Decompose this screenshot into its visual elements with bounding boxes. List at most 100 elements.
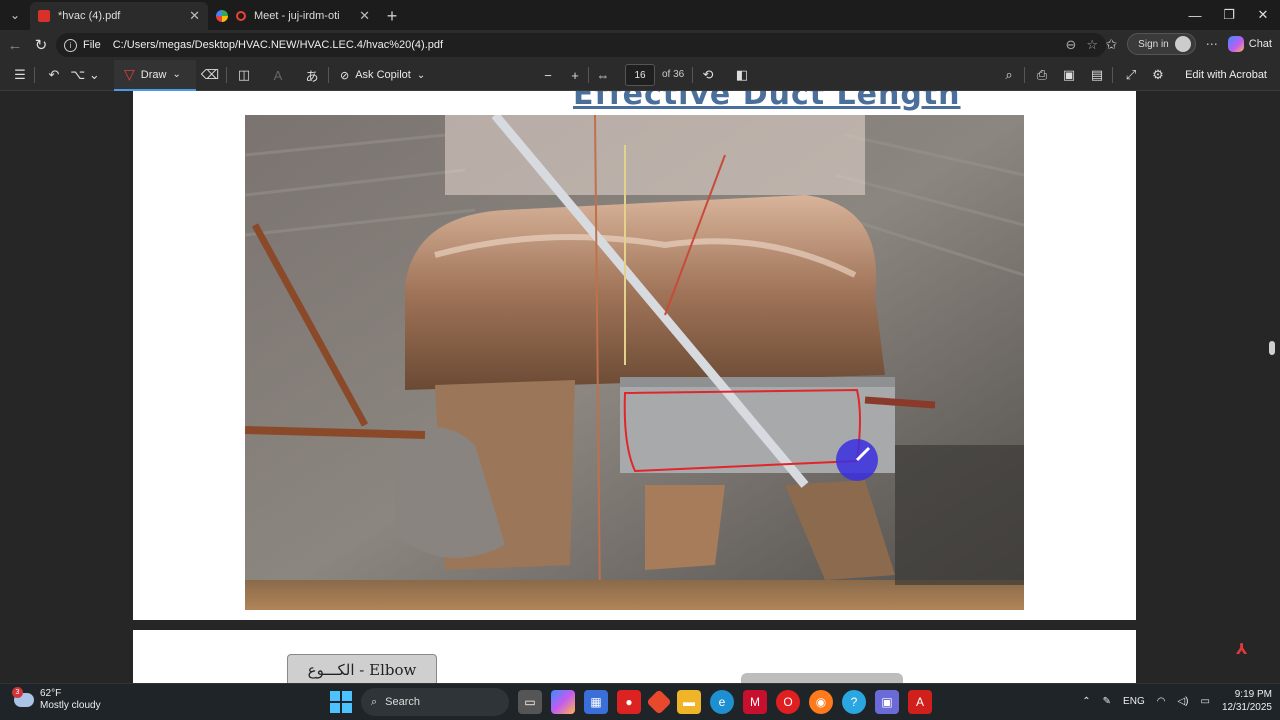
chevron-down-icon: ⌄ xyxy=(9,8,21,22)
help-icon[interactable]: ? xyxy=(842,690,866,714)
duct-photo xyxy=(245,115,1024,610)
fit-page-icon[interactable]: ⇔ xyxy=(594,62,612,88)
tab-actions-menu[interactable]: ⌄ xyxy=(0,0,30,30)
folder-icon[interactable]: ▬ xyxy=(677,690,701,714)
sign-in-button[interactable]: Sign in xyxy=(1127,33,1196,55)
chevron-down-icon: ⌄ xyxy=(416,69,426,81)
minimize-button[interactable]: — xyxy=(1178,0,1212,30)
chat-label: Chat xyxy=(1248,38,1272,50)
opera-icon[interactable]: O xyxy=(776,690,800,714)
taskbar-search-input[interactable]: ⌕ Search xyxy=(361,688,509,716)
page-view-icon[interactable]: ◧ xyxy=(733,62,751,88)
arrow-left-icon: ← xyxy=(7,36,23,54)
rotate-icon[interactable]: ⟲ xyxy=(699,62,717,88)
draw-button[interactable]: ▽ Draw ⌄ xyxy=(114,60,196,91)
clock-date: 12/31/2025 xyxy=(1221,702,1272,713)
window-controls: — ❐ ✕ xyxy=(1178,0,1280,30)
url-scheme: File xyxy=(83,39,101,51)
save-icon[interactable]: ▣ xyxy=(1060,62,1078,88)
pen-icon: ▽ xyxy=(124,66,135,82)
tab-hvac-pdf[interactable]: *hvac (4).pdf ✕ xyxy=(30,2,208,30)
duct-photo-image xyxy=(245,115,1024,610)
address-bar-row: ← ↻ i File C:/Users/megas/Desktop/HVAC.N… xyxy=(0,30,1280,60)
acrobat-icon[interactable]: ⅄ xyxy=(1236,640,1256,658)
mcafee-icon[interactable]: M xyxy=(743,690,767,714)
sign-in-label: Sign in xyxy=(1138,38,1169,50)
zoom-out-button[interactable]: − xyxy=(540,62,556,88)
page-separator xyxy=(133,620,1136,630)
search-icon[interactable]: ⌕ xyxy=(1000,62,1018,88)
scrollbar[interactable] xyxy=(1268,91,1276,683)
pdf-icon xyxy=(38,10,50,22)
tab-strip: ⌄ *hvac (4).pdf ✕ Meet - juj-irdm-oti ✕ … xyxy=(0,0,1280,30)
info-icon[interactable]: i xyxy=(64,38,77,52)
weather-temp: 62°F xyxy=(40,688,62,699)
copilot-icon xyxy=(1227,36,1244,52)
scroll-thumb[interactable] xyxy=(1269,341,1275,355)
page-total: of 36 xyxy=(662,69,685,80)
copilot-outline-icon: ⊘ xyxy=(340,69,350,82)
close-icon[interactable]: ✕ xyxy=(189,8,200,24)
translate-icon[interactable]: あ xyxy=(302,62,322,88)
store-icon[interactable]: ▦ xyxy=(584,690,608,714)
clock-time: 9:19 PM xyxy=(1234,689,1272,700)
tab-meet[interactable]: Meet - juj-irdm-oti ✕ xyxy=(208,2,378,30)
page-number-input[interactable]: 16 xyxy=(625,64,655,86)
back-button[interactable]: ← xyxy=(2,32,28,58)
address-input[interactable]: i File C:/Users/megas/Desktop/HVAC.NEW/H… xyxy=(56,33,1106,57)
text-icon[interactable]: ◫ xyxy=(234,62,254,88)
anydesk-icon[interactable] xyxy=(646,689,672,715)
recorder-icon[interactable]: ● xyxy=(617,690,641,714)
zoom-in-button[interactable]: + xyxy=(567,62,583,88)
chevron-down-icon[interactable]: ⌄ xyxy=(172,69,180,80)
battery-icon[interactable]: ▭ xyxy=(1200,696,1209,707)
edit-with-acrobat-button[interactable]: Edit with Acrobat xyxy=(1185,69,1267,81)
wifi-icon[interactable]: ◠ xyxy=(1157,696,1166,707)
refresh-button[interactable]: ↻ xyxy=(28,32,54,58)
favorites-icon[interactable]: ✩ xyxy=(1105,36,1117,53)
more-icon[interactable]: ⋯ xyxy=(1206,37,1218,51)
remote-desktop-icon[interactable]: ▣ xyxy=(875,690,899,714)
notification-badge: 3 xyxy=(12,687,23,698)
ask-copilot-label: Ask Copilot xyxy=(355,69,411,81)
print-icon[interactable]: ⎙ xyxy=(1033,62,1051,88)
task-view-icon[interactable]: ▭ xyxy=(518,690,542,714)
contents-icon[interactable]: ☰ xyxy=(10,62,30,88)
url-text: C:/Users/megas/Desktop/HVAC.NEW/HVAC.LEC… xyxy=(112,39,444,51)
restore-button[interactable]: ❐ xyxy=(1212,0,1246,30)
taskbar: 3 62°F Mostly cloudy ⌕ Search ▭ ▦ ● ▬ e … xyxy=(0,683,1280,720)
refresh-icon: ↻ xyxy=(34,37,48,54)
pen-tray-icon[interactable]: ✎ xyxy=(1103,696,1111,707)
search-placeholder: Search xyxy=(385,696,421,708)
clock[interactable]: 9:19 PM 12/31/2025 xyxy=(1222,688,1272,714)
ask-copilot-button[interactable]: ⊘ Ask Copilot ⌄ xyxy=(340,64,425,86)
gear-icon[interactable]: ⚙ xyxy=(1149,62,1167,88)
language-indicator[interactable]: ENG xyxy=(1123,696,1145,707)
acrobat-app-icon[interactable]: A xyxy=(908,690,932,714)
zoom-icon[interactable]: ⊖ xyxy=(1065,37,1076,53)
volume-icon[interactable]: ◁) xyxy=(1177,696,1188,707)
edge-icon[interactable]: e xyxy=(710,690,734,714)
cloud-icon: 3 xyxy=(12,687,34,707)
close-icon[interactable]: ✕ xyxy=(359,8,370,24)
pdf-viewport[interactable]: Effective Duct Length الكـــوع - Elbow ⅄ xyxy=(0,91,1280,683)
fullscreen-icon[interactable]: ⤢ xyxy=(1122,62,1140,88)
taskbar-apps: ⌕ Search ▭ ▦ ● ▬ e M O ◉ ? ▣ A xyxy=(330,688,932,716)
new-tab-button[interactable]: + xyxy=(378,2,406,30)
pdf-page-next: الكـــوع - Elbow xyxy=(133,630,1136,683)
star-icon[interactable]: ☆ xyxy=(1086,37,1098,53)
windows-start-icon[interactable] xyxy=(330,691,352,713)
undo-icon[interactable]: ↶ xyxy=(44,62,64,88)
weather-widget[interactable]: 3 62°F Mostly cloudy xyxy=(12,687,101,712)
save-as-icon[interactable]: ▤ xyxy=(1088,62,1106,88)
page-title: Effective Duct Length xyxy=(573,91,961,112)
eraser-icon[interactable]: ⌫ xyxy=(200,62,220,88)
firefox-icon[interactable]: ◉ xyxy=(809,690,833,714)
read-aloud-icon[interactable]: A xyxy=(268,62,288,88)
pdf-page: Effective Duct Length xyxy=(133,91,1136,620)
highlight-icon[interactable]: ⌥ ⌄ xyxy=(70,62,100,88)
copilot-app-icon[interactable] xyxy=(551,690,575,714)
close-window-button[interactable]: ✕ xyxy=(1246,0,1280,30)
copilot-chat-button[interactable]: Chat xyxy=(1227,36,1272,52)
chevron-up-icon[interactable]: ⌃ xyxy=(1082,696,1090,707)
